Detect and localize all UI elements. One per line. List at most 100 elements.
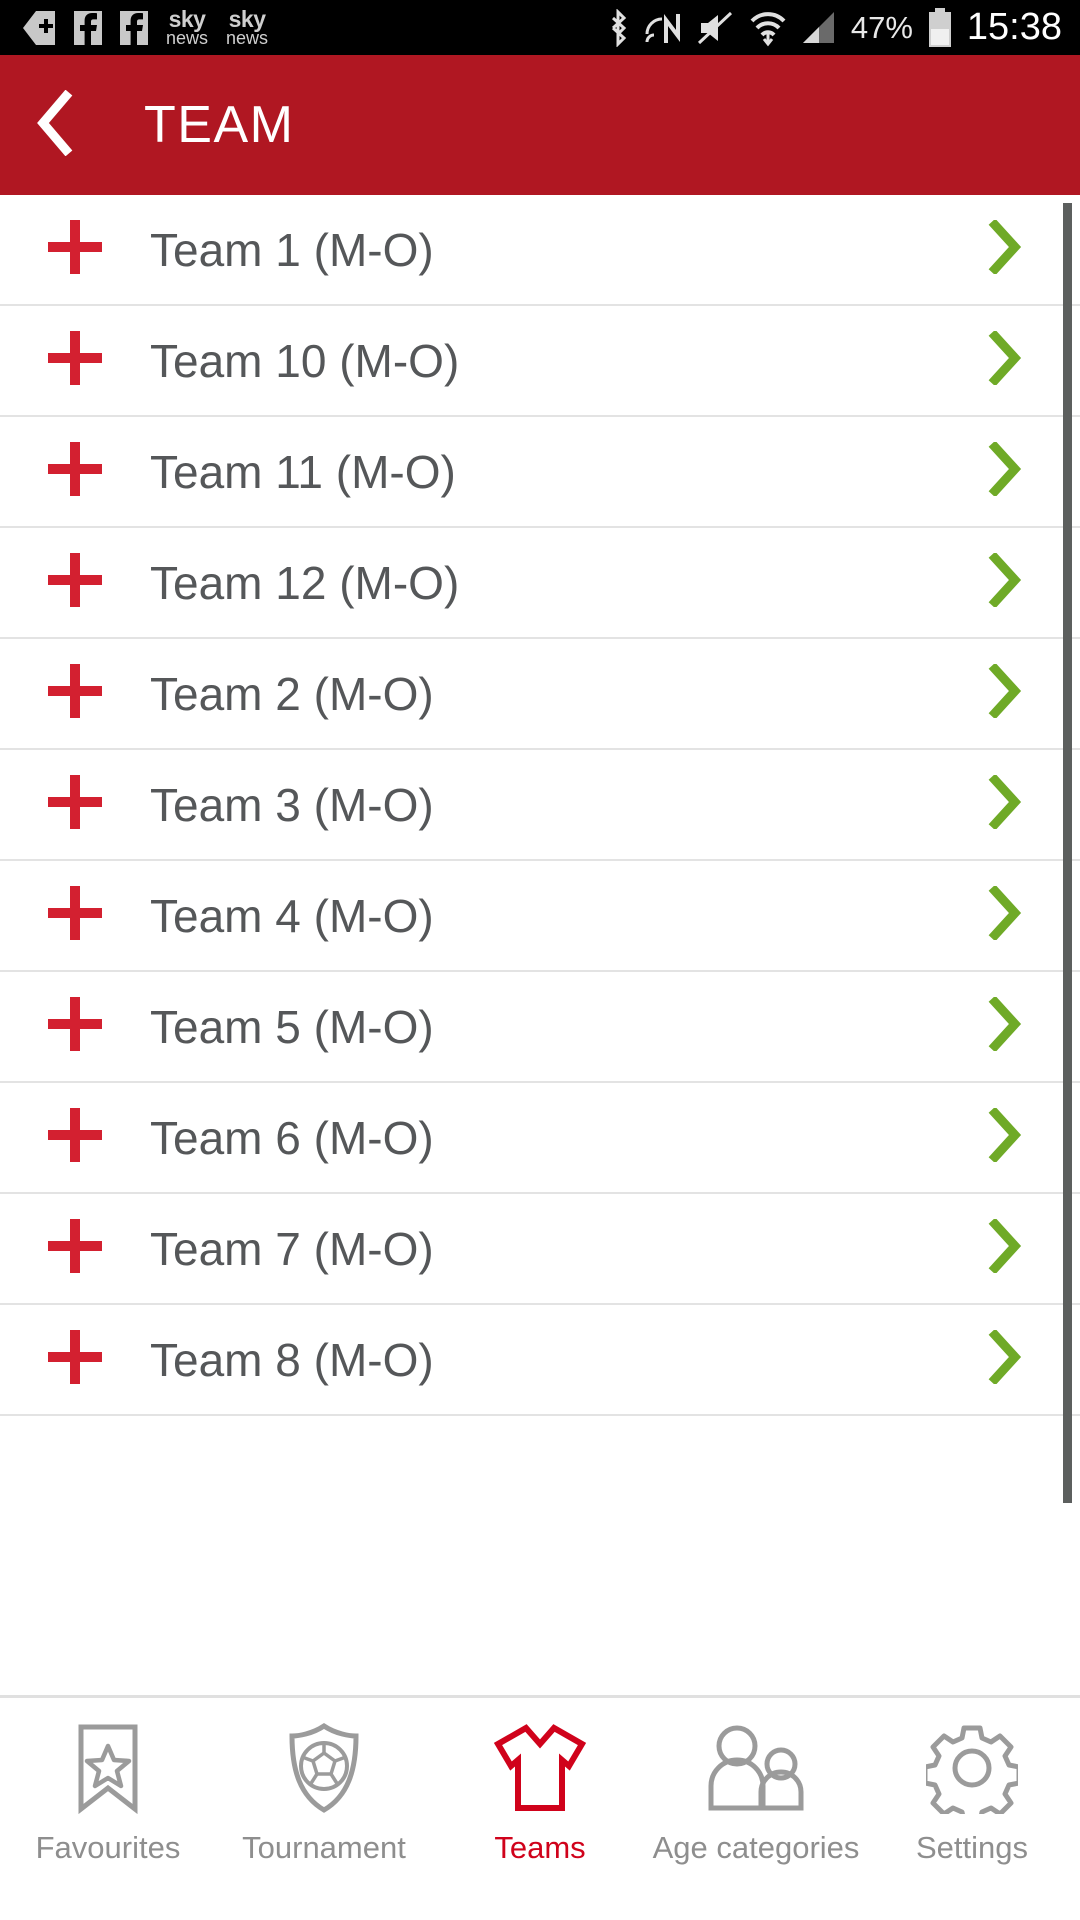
- team-list-rows: Team 1 (M-O) Team 10 (M-O) Team 11 (M-O) Te…: [0, 195, 1080, 1416]
- plus-icon: [46, 218, 104, 281]
- tab-settings[interactable]: Settings: [864, 1698, 1080, 1920]
- open-team-button[interactable]: [930, 218, 1080, 279]
- open-team-button[interactable]: [930, 662, 1080, 723]
- navigation-app-icon: [22, 10, 56, 46]
- tab-favourites[interactable]: Favourites: [0, 1698, 216, 1920]
- facebook-icon: [120, 10, 148, 45]
- shield-ball-icon: [284, 1720, 364, 1816]
- plus-icon: [46, 884, 104, 947]
- status-bar: sky news sky news 47% 15:38: [0, 0, 1080, 55]
- open-team-button[interactable]: [930, 329, 1080, 390]
- battery-icon: [927, 7, 953, 48]
- app-header: TEAM: [0, 55, 1080, 195]
- team-name-label: Team 4 (M-O): [150, 889, 434, 942]
- table-row[interactable]: Team 1 (M-O): [0, 195, 1080, 306]
- open-team-button[interactable]: [930, 1328, 1080, 1389]
- add-team-button[interactable]: [0, 551, 150, 614]
- table-row[interactable]: Team 5 (M-O): [0, 972, 1080, 1083]
- team-list[interactable]: Team 1 (M-O) Team 10 (M-O) Team 11 (M-O) Te…: [0, 195, 1080, 1695]
- team-name-label: Team 12 (M-O): [150, 556, 460, 609]
- open-team-button[interactable]: [930, 551, 1080, 612]
- tab-age-categories[interactable]: Age categories: [648, 1698, 864, 1920]
- table-row[interactable]: Team 12 (M-O): [0, 528, 1080, 639]
- nfc-icon: [645, 10, 683, 46]
- add-team-button[interactable]: [0, 1217, 150, 1280]
- plus-icon: [46, 773, 104, 836]
- add-team-button[interactable]: [0, 773, 150, 836]
- open-team-button[interactable]: [930, 884, 1080, 945]
- add-team-button[interactable]: [0, 1328, 150, 1391]
- people-icon: [701, 1720, 811, 1816]
- back-chevron-icon: [33, 89, 77, 161]
- clock-label: 15:38: [966, 6, 1062, 48]
- plus-icon: [46, 1217, 104, 1280]
- battery-percent-label: 47%: [850, 9, 913, 45]
- plus-icon: [46, 995, 104, 1058]
- facebook-icon: [74, 10, 102, 45]
- add-team-button[interactable]: [0, 662, 150, 725]
- app-screen: sky news sky news 47% 15:38 TEAM Team 1 …: [0, 0, 1080, 1920]
- add-team-button[interactable]: [0, 329, 150, 392]
- table-row[interactable]: Team 10 (M-O): [0, 306, 1080, 417]
- team-name-label: Team 6 (M-O): [150, 1111, 434, 1164]
- open-team-button[interactable]: [930, 440, 1080, 501]
- plus-icon: [46, 1106, 104, 1169]
- chevron-right-icon: [987, 329, 1023, 390]
- table-row[interactable]: Team 8 (M-O): [0, 1305, 1080, 1416]
- status-bar-system-icons: 47% 15:38: [605, 6, 1080, 49]
- table-row[interactable]: Team 4 (M-O): [0, 861, 1080, 972]
- table-row[interactable]: Team 11 (M-O): [0, 417, 1080, 528]
- tab-label: Settings: [915, 1830, 1028, 1865]
- open-team-button[interactable]: [930, 773, 1080, 834]
- team-name-label: Team 3 (M-O): [150, 778, 434, 831]
- team-name-label: Team 7 (M-O): [150, 1222, 434, 1275]
- tab-label: Favourites: [35, 1830, 181, 1865]
- chevron-right-icon: [987, 1328, 1023, 1389]
- tab-teams[interactable]: Teams: [432, 1698, 648, 1920]
- chevron-right-icon: [987, 995, 1023, 1056]
- gear-icon: [926, 1720, 1018, 1816]
- sky-news-icon: sky news: [166, 6, 208, 47]
- chevron-right-icon: [987, 551, 1023, 612]
- vertical-scrollbar[interactable]: [1063, 203, 1072, 1503]
- sky-news-line1: sky: [168, 6, 206, 33]
- tab-label: Age categories: [652, 1830, 860, 1865]
- chevron-right-icon: [987, 884, 1023, 945]
- cellular-signal-icon: [801, 10, 837, 46]
- add-team-button[interactable]: [0, 884, 150, 947]
- table-row[interactable]: Team 2 (M-O): [0, 639, 1080, 750]
- plus-icon: [46, 440, 104, 503]
- add-team-button[interactable]: [0, 1106, 150, 1169]
- table-row[interactable]: Team 3 (M-O): [0, 750, 1080, 861]
- chevron-right-icon: [987, 1217, 1023, 1278]
- add-team-button[interactable]: [0, 440, 150, 503]
- open-team-button[interactable]: [930, 1217, 1080, 1278]
- add-team-button[interactable]: [0, 995, 150, 1058]
- open-team-button[interactable]: [930, 1106, 1080, 1167]
- page-title: TEAM: [144, 96, 295, 154]
- team-name-label: Team 11 (M-O): [150, 445, 456, 498]
- table-row[interactable]: Team 6 (M-O): [0, 1083, 1080, 1194]
- open-team-button[interactable]: [930, 995, 1080, 1056]
- sky-news-line1: sky: [228, 6, 266, 33]
- add-team-button[interactable]: [0, 218, 150, 281]
- chevron-right-icon: [987, 773, 1023, 834]
- plus-icon: [46, 551, 104, 614]
- mute-icon: [697, 11, 735, 45]
- plus-icon: [46, 1328, 104, 1391]
- team-name-label: Team 2 (M-O): [150, 667, 434, 720]
- plus-icon: [46, 662, 104, 725]
- tab-tournament[interactable]: Tournament: [216, 1698, 432, 1920]
- chevron-right-icon: [987, 218, 1023, 279]
- team-name-label: Team 1 (M-O): [150, 223, 434, 276]
- tab-label: Teams: [494, 1830, 586, 1865]
- jersey-icon: [490, 1720, 590, 1816]
- sky-news-line2: news: [226, 27, 269, 48]
- tab-label: Tournament: [242, 1830, 406, 1865]
- bottom-tab-bar: Favourites Tournament Teams Age categori…: [0, 1695, 1080, 1920]
- table-row[interactable]: Team 7 (M-O): [0, 1194, 1080, 1305]
- wifi-icon: [749, 9, 787, 47]
- status-bar-notifications: sky news sky news: [0, 6, 269, 48]
- bluetooth-icon: [605, 8, 631, 47]
- back-button[interactable]: [0, 55, 110, 195]
